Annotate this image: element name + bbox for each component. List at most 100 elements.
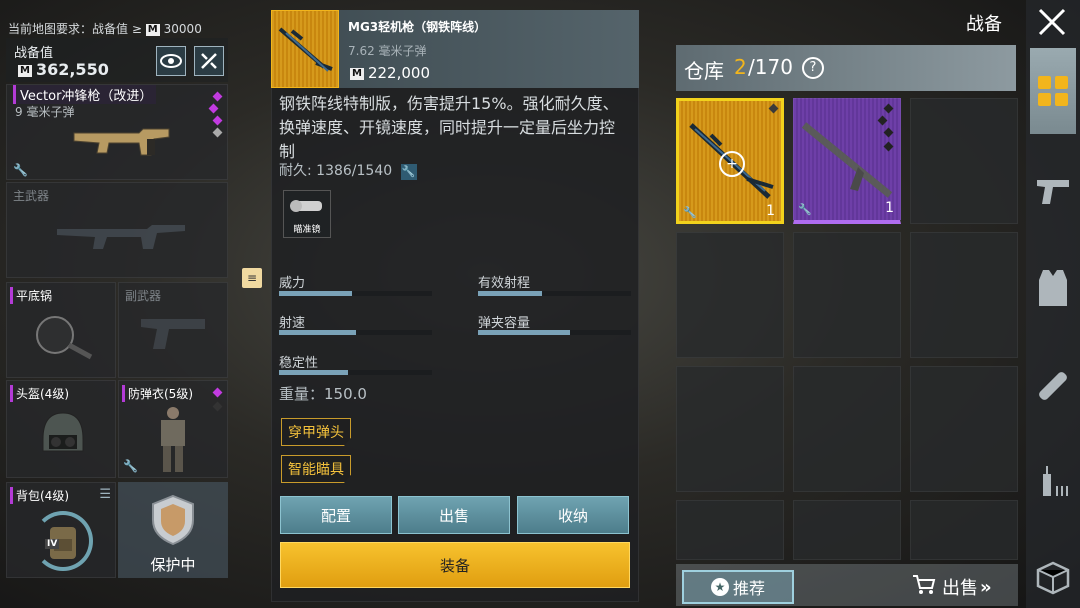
item-count: 1	[885, 200, 894, 216]
grid-icon[interactable]	[1030, 48, 1076, 134]
map-requirement-value: 30000	[163, 22, 202, 36]
syringe-icon[interactable]	[1030, 452, 1076, 512]
item-thumbnail	[271, 10, 339, 88]
currency-badge: M	[350, 67, 364, 80]
readiness-value: 362,550	[35, 60, 109, 79]
map-requirement: 当前地图要求：战备值 ≥ M 30000	[8, 20, 202, 37]
backpack-slot[interactable]: 背包(4级) ☰ IV	[6, 482, 116, 578]
weight-text: 重量：150.0	[279, 385, 367, 403]
warehouse-count-total: /170	[748, 55, 793, 79]
primary-weapon-slot[interactable]: Vector冲锋枪（改进） 9 毫米子弹 🔧	[6, 84, 228, 180]
wrench-icon[interactable]: 🔧	[400, 164, 417, 180]
helmet-slot[interactable]: 头盔(4级)	[6, 380, 116, 478]
frying-pan-icon	[33, 311, 97, 365]
warehouse-title: 仓库	[684, 59, 724, 83]
protect-label: 保护中	[150, 556, 196, 574]
item-ammo: 7.62 毫米子弹	[348, 44, 427, 58]
inventory-slot-mg3[interactable]: + 🔧 1	[676, 98, 784, 224]
rarity-diamond	[212, 401, 223, 412]
main-weapon-slot[interactable]: 主武器	[6, 182, 228, 278]
inventory-slot-empty[interactable]	[910, 500, 1018, 560]
backpack-icon	[33, 511, 93, 571]
durability-row: 耐久: 1386/1540 🔧	[279, 160, 417, 180]
inventory-slot-empty[interactable]	[676, 500, 784, 560]
inventory-slot-empty[interactable]	[910, 366, 1018, 492]
rarity-diamond	[212, 127, 223, 138]
recommend-button[interactable]: ★ 推荐	[682, 570, 794, 604]
inventory-slot-empty[interactable]	[793, 232, 901, 358]
wrench-icon: 🔧	[13, 163, 28, 177]
pan-label: 平底锅	[10, 287, 52, 304]
inventory-slot-empty[interactable]	[676, 232, 784, 358]
primary-weapon-name: Vector冲锋枪（改进）	[13, 85, 157, 104]
stat-label-range: 有效射程	[478, 276, 531, 291]
stat-label-stability: 稳定性	[279, 356, 319, 371]
protection-slot[interactable]: 保护中	[118, 482, 228, 578]
sell-cart-label: 出售	[942, 578, 978, 599]
cart-icon	[912, 574, 936, 601]
stat-bar-magazine	[478, 330, 631, 335]
list-icon[interactable]: ☰	[99, 487, 111, 502]
shield-icon	[150, 494, 196, 550]
stat-bar-power	[279, 291, 432, 296]
warehouse-header: 仓库 2 /170 ?	[676, 45, 1016, 91]
equip-button[interactable]: 装备	[280, 542, 630, 588]
inventory-slot-empty[interactable]	[910, 232, 1018, 358]
stat-bar-fire-rate	[279, 330, 432, 335]
section-title: 战备	[966, 14, 1002, 35]
inventory-slot-empty[interactable]	[676, 366, 784, 492]
store-button[interactable]: 收纳	[517, 496, 629, 534]
sell-button[interactable]: 出售	[398, 496, 510, 534]
eye-icon[interactable]	[156, 46, 186, 76]
inventory-slot-empty[interactable]	[793, 366, 901, 492]
item-price: 222,000	[367, 64, 430, 82]
star-icon: ★	[710, 578, 729, 596]
helmet-icon	[39, 409, 87, 469]
primary-weapon-ammo: 9 毫米子弹	[15, 105, 75, 119]
config-button[interactable]: 配置	[280, 496, 392, 534]
secondary-weapon-slot[interactable]: 副武器	[118, 282, 228, 378]
readiness-panel: 战备值 M 362,550	[6, 38, 228, 82]
crosshair-icon: +	[719, 151, 745, 177]
readiness-label: 战备值	[14, 46, 54, 61]
item-description: 钢铁阵线特制版，伤害提升15%。强化耐久度、换弹速度、开镜速度，同时提升一定量后…	[279, 94, 619, 161]
item-count: 1	[766, 203, 775, 219]
pistol-icon[interactable]	[1030, 160, 1076, 220]
readiness-value-row: M 362,550	[18, 60, 109, 79]
armor-label: 防弹衣(5级)	[122, 385, 193, 402]
pan-slot[interactable]: 平底锅	[6, 282, 116, 378]
vest-icon[interactable]	[1030, 258, 1076, 318]
stat-label-power: 威力	[279, 276, 306, 291]
backpack-level: IV	[45, 539, 60, 549]
tag-armor-piercing: 穿甲弹头	[281, 418, 351, 446]
armor-slot[interactable]: 防弹衣(5级) 🔧	[118, 380, 228, 478]
stat-label-magazine: 弹夹容量	[478, 316, 531, 331]
close-icon[interactable]	[1034, 4, 1070, 40]
rarity-diamond	[208, 103, 219, 114]
item-price-row: M 222,000	[350, 64, 430, 82]
warehouse-count-current: 2	[734, 55, 747, 79]
currency-badge: M	[18, 64, 32, 77]
wrench-icon: 🔧	[123, 459, 138, 473]
tools-icon[interactable]	[194, 46, 224, 76]
wrench-icon: 🔧	[798, 203, 812, 216]
pistol-silhouette-icon	[139, 315, 209, 355]
bandage-icon[interactable]	[1030, 356, 1076, 416]
stat-bar-stability	[279, 370, 432, 375]
scope-attachment[interactable]: 瞄准镜	[283, 190, 331, 238]
inventory-slot-empty[interactable]	[910, 98, 1018, 224]
crate-icon[interactable]	[1030, 548, 1076, 608]
inventory-slot-purple-rifle[interactable]: 🔧 1	[793, 98, 901, 224]
help-icon[interactable]: ?	[802, 57, 824, 79]
item-name: MG3轻机枪（钢铁阵线）	[348, 20, 487, 34]
chevron-right-icon: »	[980, 576, 992, 598]
main-weapon-label: 主武器	[13, 189, 50, 203]
stat-label-fire-rate: 射速	[279, 316, 306, 331]
rarity-diamond	[212, 387, 223, 398]
inventory-slot-empty[interactable]	[793, 500, 901, 560]
sell-cart-button[interactable]: 出售 »	[912, 572, 992, 602]
note-icon[interactable]: ≡	[242, 268, 262, 288]
helmet-label: 头盔(4级)	[10, 385, 69, 402]
backpack-label: 背包(4级)	[10, 487, 69, 504]
rifle-silhouette-icon	[57, 215, 187, 259]
